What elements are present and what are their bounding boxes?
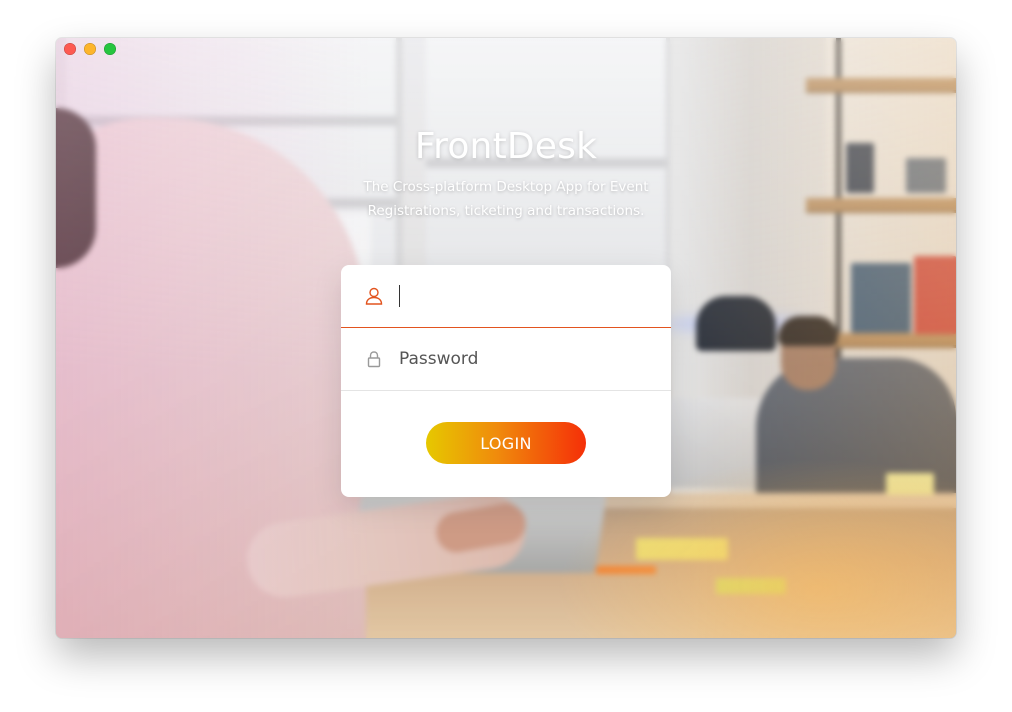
minimize-button[interactable] (84, 43, 96, 55)
username-field[interactable] (341, 265, 671, 328)
password-input[interactable] (399, 344, 649, 374)
login-card: LOGIN (341, 265, 671, 497)
password-field[interactable] (341, 328, 671, 391)
zoom-button[interactable] (104, 43, 116, 55)
username-input[interactable] (399, 285, 652, 307)
lock-icon (363, 348, 385, 370)
app-subtitle: The Cross-platform Desktop App for Event… (363, 179, 649, 219)
window-controls (64, 43, 116, 55)
hero: FrontDesk The Cross-platform Desktop App… (56, 126, 956, 223)
close-button[interactable] (64, 43, 76, 55)
app-window: FrontDesk The Cross-platform Desktop App… (56, 38, 956, 638)
login-button[interactable]: LOGIN (426, 422, 586, 464)
user-icon (363, 285, 385, 307)
app-title: FrontDesk (414, 126, 598, 167)
